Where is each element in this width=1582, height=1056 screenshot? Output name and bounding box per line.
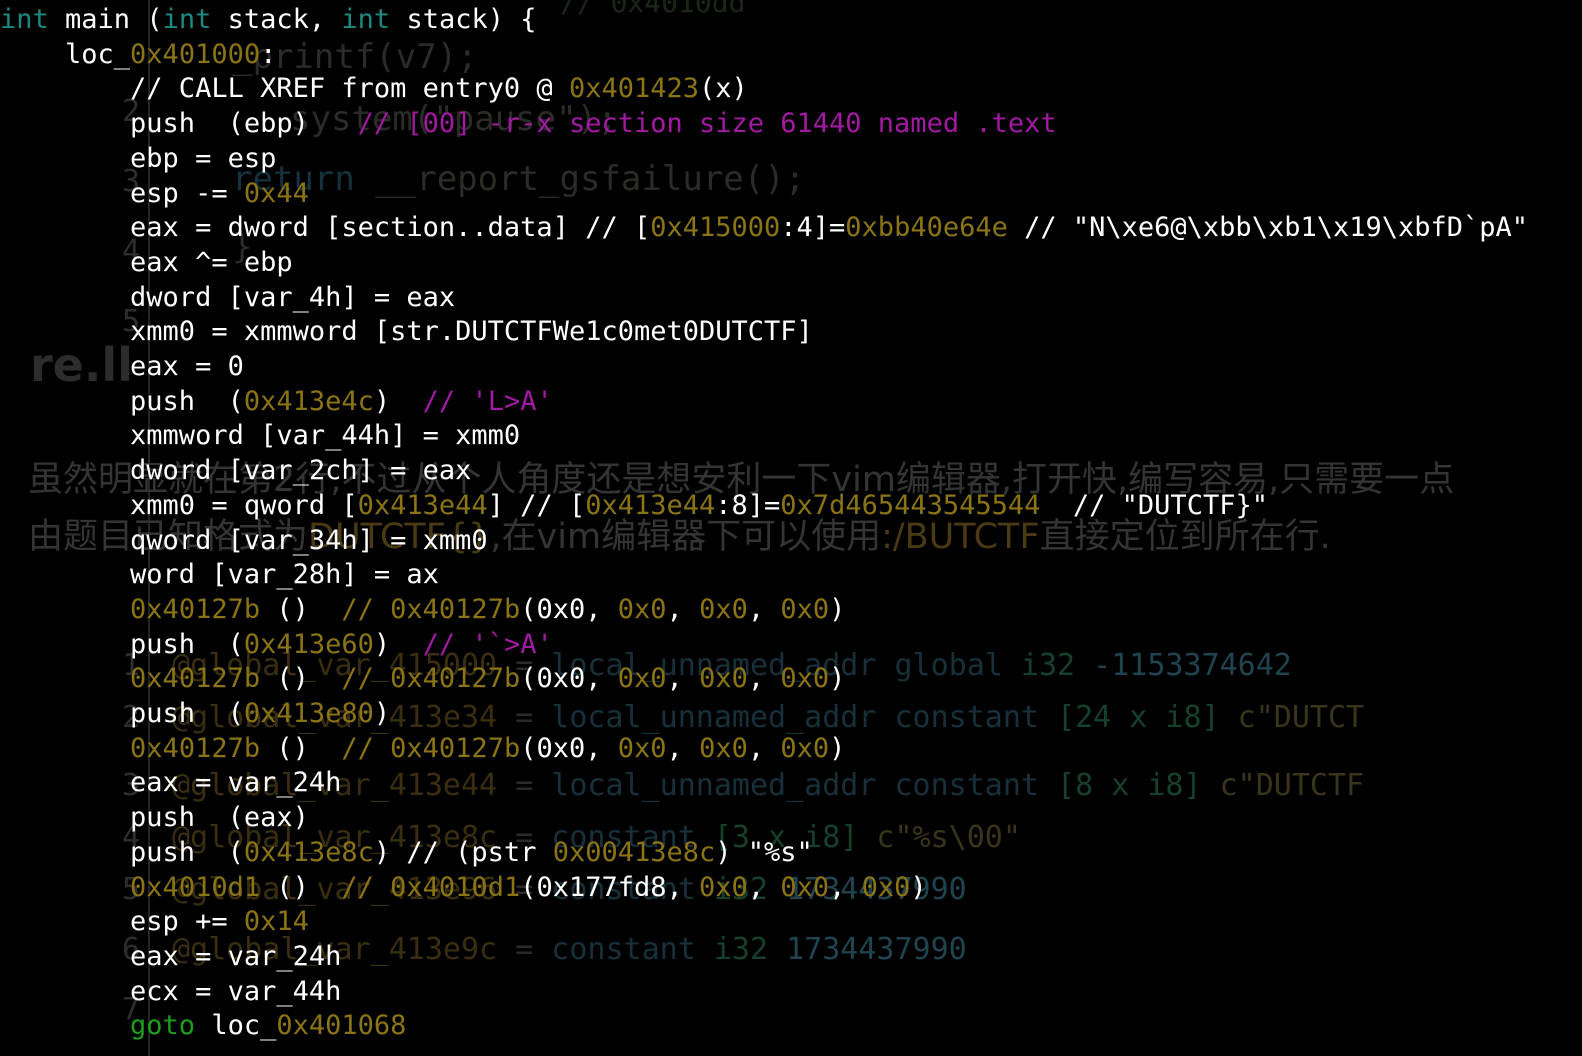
- editor-canvas: // 0x4010dd 23451@global_var_415000 = lo…: [0, 0, 1582, 1056]
- disassembly-line: push (0x413e8c) // (pstr 0x00413e8c) "%s…: [0, 835, 813, 870]
- disassembly-line: word [var_28h] = ax: [0, 557, 439, 592]
- disassembly-line: goto loc_0x401068: [0, 1008, 406, 1043]
- disassembly-line: dword [var_2ch] = eax: [0, 453, 471, 488]
- disassembly-line: push (ebp) // [00] -r-x section size 614…: [0, 106, 1057, 141]
- disassembly-line: eax ^= ebp: [0, 245, 293, 280]
- disassembly-line: ebp = esp: [0, 141, 276, 176]
- disassembly-line: eax = var_24h: [0, 939, 341, 974]
- disassembly-line: 0x40127b () // 0x40127b(0x0, 0x0, 0x0, 0…: [0, 661, 845, 696]
- disassembly-line: loc_0x401000:: [0, 37, 276, 72]
- disassembly-line: push (0x413e4c) // 'L>A': [0, 384, 553, 419]
- disassembly-line: esp += 0x14: [0, 904, 309, 939]
- disassembly-line: 0x4010d1 () // 0x4010d1(0x177fd8, 0x0, 0…: [0, 870, 927, 905]
- disassembly-line: xmm0 = qword [0x413e44] // [0x413e44:8]=…: [0, 488, 1268, 523]
- disassembly-line: xmm0 = xmmword [str.DUTCTFWe1c0met0DUTCT…: [0, 314, 813, 349]
- disassembly-line: // CALL XREF from entry0 @ 0x401423(x): [0, 71, 748, 106]
- disassembly-line: esp -= 0x44: [0, 176, 309, 211]
- disassembly-line: 0x40127b () // 0x40127b(0x0, 0x0, 0x0, 0…: [0, 592, 845, 627]
- disassembly-line: qword [var_34h] = xmm0: [0, 523, 488, 558]
- disassembly-line: eax = dword [section..data] // [0x415000…: [0, 210, 1528, 245]
- disassembly-line: dword [var_4h] = eax: [0, 280, 455, 315]
- disassembly-line: ecx = var_44h: [0, 974, 341, 1009]
- disassembly-line: xmmword [var_44h] = xmm0: [0, 418, 520, 453]
- disassembly-layer: int main (int stack, int stack) { loc_0x…: [0, 0, 1582, 1056]
- disassembly-line: eax = var_24h: [0, 765, 341, 800]
- disassembly-line: eax = 0: [0, 349, 244, 384]
- disassembly-line: push (0x413e80): [0, 696, 390, 731]
- disassembly-line: int main (int stack, int stack) {: [0, 2, 537, 37]
- disassembly-line: push (eax): [0, 800, 309, 835]
- disassembly-line: 0x40127b () // 0x40127b(0x0, 0x0, 0x0, 0…: [0, 731, 845, 766]
- disassembly-line: push (0x413e60) // '`>A': [0, 627, 553, 662]
